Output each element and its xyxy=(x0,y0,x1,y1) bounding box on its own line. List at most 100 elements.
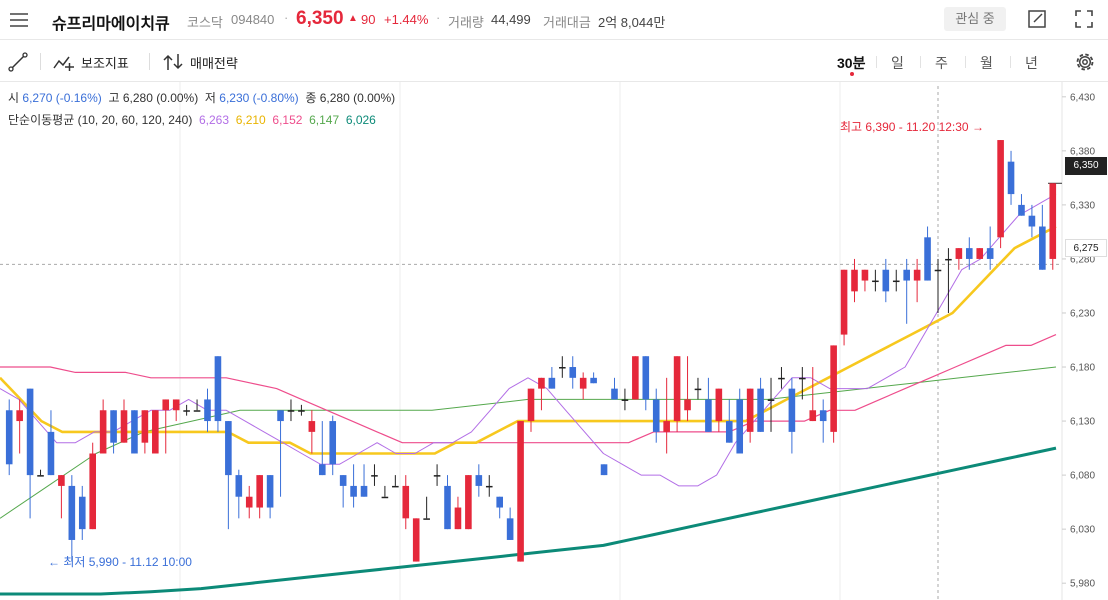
candle-body xyxy=(131,410,138,454)
period-tab-year[interactable]: 년 xyxy=(1025,53,1038,73)
candle-body xyxy=(444,485,451,530)
market-label: 코스닥 xyxy=(187,15,223,30)
close-label: 종 xyxy=(305,91,317,105)
candle-body xyxy=(141,410,149,443)
y-axis-tick-label: 6,330 xyxy=(1070,200,1095,211)
candle-body xyxy=(465,475,472,530)
candle-body xyxy=(256,475,263,508)
y-axis-tick-label: 6,230 xyxy=(1070,308,1095,319)
period-tab-week[interactable]: 주 xyxy=(935,53,948,73)
fullscreen-icon[interactable] xyxy=(1074,9,1094,29)
ma10-value: 6,263 xyxy=(199,113,230,127)
candle-body xyxy=(788,388,796,432)
stock-code: 094840 xyxy=(231,12,275,27)
candle-body xyxy=(778,377,785,380)
candle-body xyxy=(99,410,107,454)
separator-dot: · xyxy=(436,10,441,25)
period-tab-30min[interactable]: 30분 xyxy=(837,53,865,73)
candle-body xyxy=(851,269,858,292)
high-label: 고 xyxy=(108,91,120,105)
candle-body xyxy=(475,475,483,486)
ma-label: 단순이동평균 (10, 20, 60, 120, 240) xyxy=(8,113,193,127)
ohlc-legend: 시 6,270 (-0.16%) 고 6,280 (0.00%) 저 6,230… xyxy=(8,89,395,106)
watchlist-button[interactable]: 관심 중 xyxy=(944,7,1006,31)
candle-body xyxy=(830,345,837,432)
candle-body xyxy=(945,258,952,261)
low-label: 저 xyxy=(204,91,216,105)
candle-body xyxy=(840,269,848,335)
candle-body xyxy=(642,356,650,400)
period-divider xyxy=(876,56,877,68)
price-change: 90 xyxy=(361,12,376,27)
current-price-tag: 6,350 xyxy=(1065,157,1107,175)
candle-body xyxy=(934,269,942,272)
trade-amount-value: 2억 8,044만 xyxy=(598,15,666,30)
candle-body xyxy=(308,421,316,432)
high-annotation: 최고 6,390 - 11.20 12:30 → xyxy=(840,120,984,134)
y-axis-tick-label: 6,030 xyxy=(1070,525,1095,536)
up-arrow-icon: ▲ xyxy=(348,13,358,24)
candle-body xyxy=(590,377,597,384)
menu-icon[interactable] xyxy=(8,9,30,31)
period-tab-month[interactable]: 월 xyxy=(980,53,993,73)
candle-body xyxy=(235,475,243,497)
candle-body xyxy=(277,410,284,422)
candle-body xyxy=(652,399,660,432)
candle-body xyxy=(433,475,441,477)
period-tab-day[interactable]: 일 xyxy=(891,53,904,73)
period-divider xyxy=(1010,56,1011,68)
candle-body xyxy=(725,421,733,443)
y-axis-tick-label: 6,180 xyxy=(1070,363,1095,374)
candle-body xyxy=(245,496,253,508)
indicator-label: 보조지표 xyxy=(81,55,129,71)
y-axis-tick-label: 6,380 xyxy=(1070,146,1095,157)
candle-body xyxy=(715,388,723,422)
ma120-value: 6,147 xyxy=(309,113,340,127)
candle-body xyxy=(172,399,180,411)
candle-body xyxy=(579,377,587,389)
y-axis-tick-label: 6,430 xyxy=(1070,92,1095,103)
toolbar-divider xyxy=(40,53,41,70)
volume-label: 거래량 xyxy=(448,15,484,30)
candle-body xyxy=(89,453,97,530)
candle-body xyxy=(110,410,117,443)
y-axis-tick-label: 6,130 xyxy=(1070,417,1095,428)
trading-strategy-button[interactable]: 매매전략 xyxy=(162,51,238,73)
candle-body xyxy=(694,388,702,391)
candle-body xyxy=(913,269,921,281)
candle-body xyxy=(903,269,910,281)
candle-body xyxy=(757,388,764,432)
candle-body xyxy=(955,248,963,259)
candle-body xyxy=(663,421,670,432)
current-price: 6,350 xyxy=(296,8,344,29)
settings-gear-icon[interactable] xyxy=(1074,51,1096,73)
candle-body xyxy=(924,237,931,281)
candle-body xyxy=(538,377,545,389)
candle-body xyxy=(287,410,295,412)
ma240-line xyxy=(0,446,1057,596)
candle-body xyxy=(162,399,170,411)
close-value: 6,280 (0.00%) xyxy=(319,91,396,105)
candle-body xyxy=(454,507,462,530)
candle-body xyxy=(861,269,869,281)
draw-line-icon[interactable] xyxy=(8,52,28,72)
candle-body xyxy=(611,388,618,400)
indicator-button[interactable]: 보조지표 xyxy=(53,51,129,73)
candle-body xyxy=(37,475,44,477)
candle-body xyxy=(120,410,128,443)
candle-body xyxy=(882,269,890,292)
stock-name[interactable]: 슈프리마에이치큐 xyxy=(52,10,170,34)
active-period-indicator xyxy=(850,72,854,76)
edit-icon[interactable] xyxy=(1027,9,1047,29)
strategy-label: 매매전략 xyxy=(190,55,238,71)
indicator-icon xyxy=(53,56,74,71)
candle-body xyxy=(204,399,211,422)
candle-body xyxy=(517,421,524,562)
candle-body xyxy=(381,496,389,499)
candle-body xyxy=(423,518,430,520)
candle-body xyxy=(350,485,357,497)
candle-body xyxy=(767,399,775,401)
volume-value: 44,499 xyxy=(491,12,531,27)
candlestick-chart[interactable]: 6,4306,3806,3306,2806,2306,1806,1306,080… xyxy=(0,82,1108,600)
candle-body xyxy=(632,356,639,400)
